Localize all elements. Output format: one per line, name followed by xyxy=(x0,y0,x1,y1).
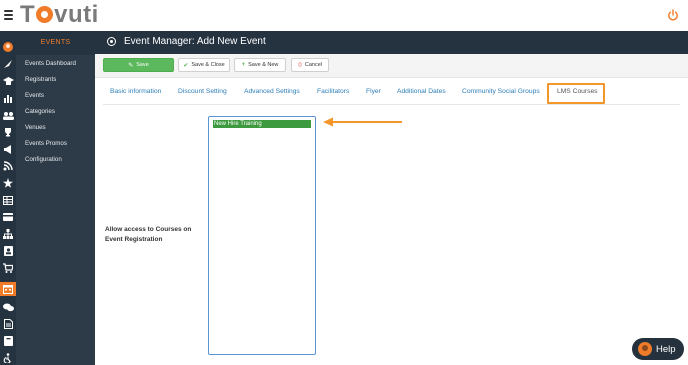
calendar-icon[interactable] xyxy=(0,282,16,296)
star-icon[interactable] xyxy=(2,177,14,189)
help-label: Help xyxy=(656,343,676,355)
sidebar-item-events[interactable]: Events xyxy=(16,88,95,104)
top-bar: Tvuti xyxy=(0,0,688,31)
tab-highlight-box xyxy=(547,83,605,104)
tab-facilitators[interactable]: Facilitators xyxy=(317,88,349,95)
tab-additional-dates[interactable]: Additional Dates xyxy=(397,88,446,95)
courses-multiselect[interactable]: New Hire Training xyxy=(208,116,316,355)
feed-icon[interactable] xyxy=(2,160,14,172)
save-button-label: Save xyxy=(136,62,149,68)
sidebar: EVENTS Events Dashboard Registrants Even… xyxy=(16,31,95,365)
tovuti-logo[interactable]: Tvuti xyxy=(20,2,99,28)
support-avatar-icon xyxy=(638,342,652,356)
contact-card-icon[interactable] xyxy=(2,245,14,257)
table-icon[interactable] xyxy=(2,194,14,206)
comments-icon[interactable] xyxy=(2,301,14,313)
arrow-annotation xyxy=(323,117,402,127)
page-header: Event Manager: Add New Event xyxy=(95,31,688,54)
credit-card-icon[interactable] xyxy=(2,211,14,223)
power-icon[interactable] xyxy=(667,9,679,21)
bar-chart-icon[interactable] xyxy=(2,92,14,104)
toolbar: ✎ Save ✔ Save & Close + Save & New ⦸ Can… xyxy=(95,54,688,78)
document-icon[interactable] xyxy=(2,318,14,330)
tab-basic-information[interactable]: Basic information xyxy=(110,88,161,95)
page-title: Event Manager: Add New Event xyxy=(124,36,266,47)
tab-discount-setting[interactable]: Discount Setting xyxy=(178,88,227,95)
megaphone-icon[interactable] xyxy=(2,143,14,155)
icon-rail xyxy=(0,31,16,365)
sidebar-item-configuration[interactable]: Configuration xyxy=(16,152,95,168)
sidebar-item-events-promos[interactable]: Events Promos xyxy=(16,136,95,152)
cancel-button[interactable]: ⦸ Cancel xyxy=(291,58,329,72)
sidebar-item-events-dashboard[interactable]: Events Dashboard xyxy=(16,56,95,72)
tab-advanced-settings[interactable]: Advanced Settings xyxy=(244,88,300,95)
plus-icon: + xyxy=(241,62,246,68)
edit-icon: ✎ xyxy=(128,62,134,69)
org-chart-icon[interactable] xyxy=(2,228,14,240)
sidebar-heading: EVENTS xyxy=(16,31,95,55)
cart-icon[interactable] xyxy=(2,262,14,274)
graduation-cap-icon[interactable] xyxy=(2,75,14,87)
rocket-icon[interactable] xyxy=(2,58,14,70)
cancel-label: Cancel xyxy=(304,62,323,68)
target-icon xyxy=(107,37,116,46)
sidebar-item-venues[interactable]: Venues xyxy=(16,120,95,136)
trophy-icon[interactable] xyxy=(2,126,14,138)
tab-flyer[interactable]: Flyer xyxy=(366,88,381,95)
course-option-new-hire-training[interactable]: New Hire Training xyxy=(213,120,311,128)
save-close-button[interactable]: ✔ Save & Close xyxy=(178,58,230,72)
save-button[interactable]: ✎ Save xyxy=(103,58,174,72)
save-close-label: Save & Close xyxy=(191,62,225,68)
save-new-button[interactable]: + Save & New xyxy=(234,58,286,72)
save-new-label: Save & New xyxy=(248,62,279,68)
users-icon[interactable] xyxy=(2,109,14,121)
sidebar-item-registrants[interactable]: Registrants xyxy=(16,72,95,88)
check-icon: ✔ xyxy=(183,62,189,69)
avatar-icon[interactable] xyxy=(2,41,14,53)
accessibility-icon[interactable] xyxy=(2,352,14,364)
hamburger-menu-icon[interactable] xyxy=(4,10,13,20)
sidebar-item-categories[interactable]: Categories xyxy=(16,104,95,120)
help-button[interactable]: Help xyxy=(632,338,684,360)
tab-community-social-groups[interactable]: Community Social Groups xyxy=(462,88,540,95)
cancel-icon: ⦸ xyxy=(297,61,302,68)
book-icon[interactable] xyxy=(2,335,14,347)
courses-access-label: Allow access to Courses on Event Registr… xyxy=(105,226,192,243)
